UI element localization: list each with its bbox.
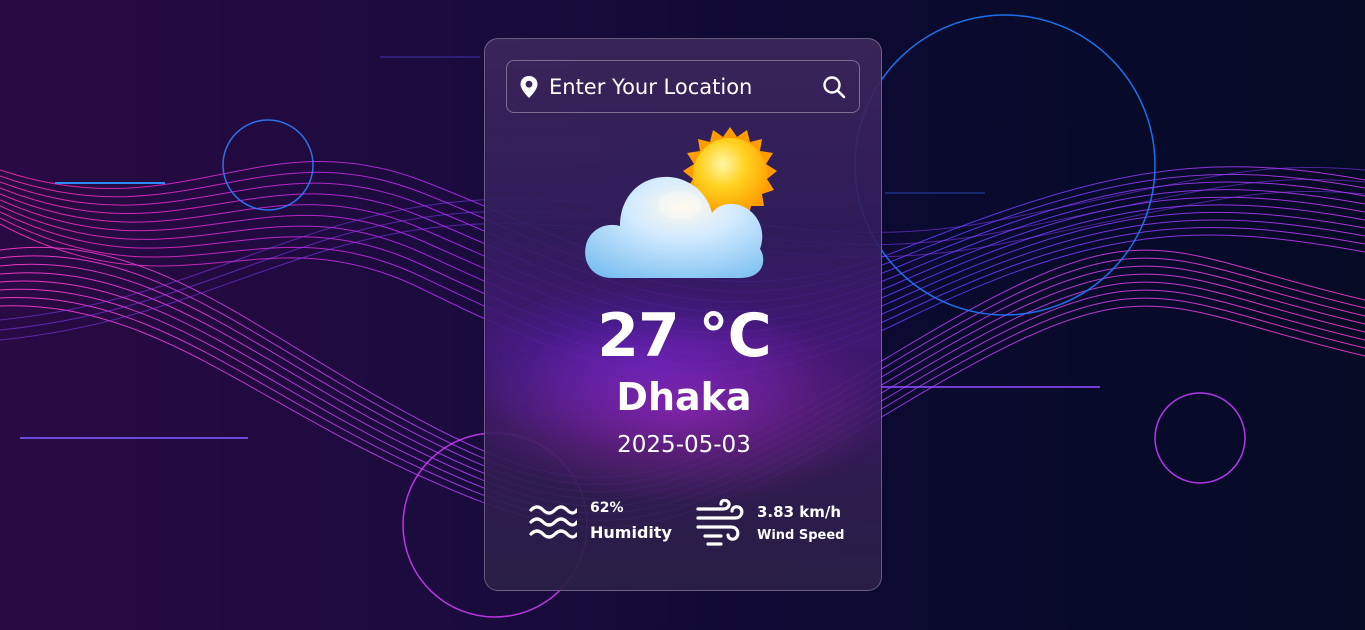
search-icon[interactable] xyxy=(822,75,846,99)
wind-speed-label: Wind Speed xyxy=(757,528,845,543)
date: 2025-05-03 xyxy=(617,432,751,458)
location-pin-icon xyxy=(520,76,538,98)
humidity-value: 62% xyxy=(590,500,624,516)
temperature: 27 °C xyxy=(597,301,771,371)
partly-cloudy-icon xyxy=(585,127,777,278)
humidity-label: Humidity xyxy=(590,523,672,542)
wind-speed-value: 3.83 km/h xyxy=(757,503,841,521)
city-name: Dhaka xyxy=(616,375,752,419)
wind-speed-stat: 3.83 km/h Wind Speed xyxy=(695,499,875,549)
weather-card: 27 °C Dhaka 2025-05-03 62% Humidity 3.83… xyxy=(484,38,882,591)
wind-icon xyxy=(696,499,744,546)
waves-icon xyxy=(529,505,577,539)
humidity-stat: 62% Humidity xyxy=(529,499,679,549)
location-search-input[interactable] xyxy=(549,69,809,105)
search-bar xyxy=(506,60,860,113)
